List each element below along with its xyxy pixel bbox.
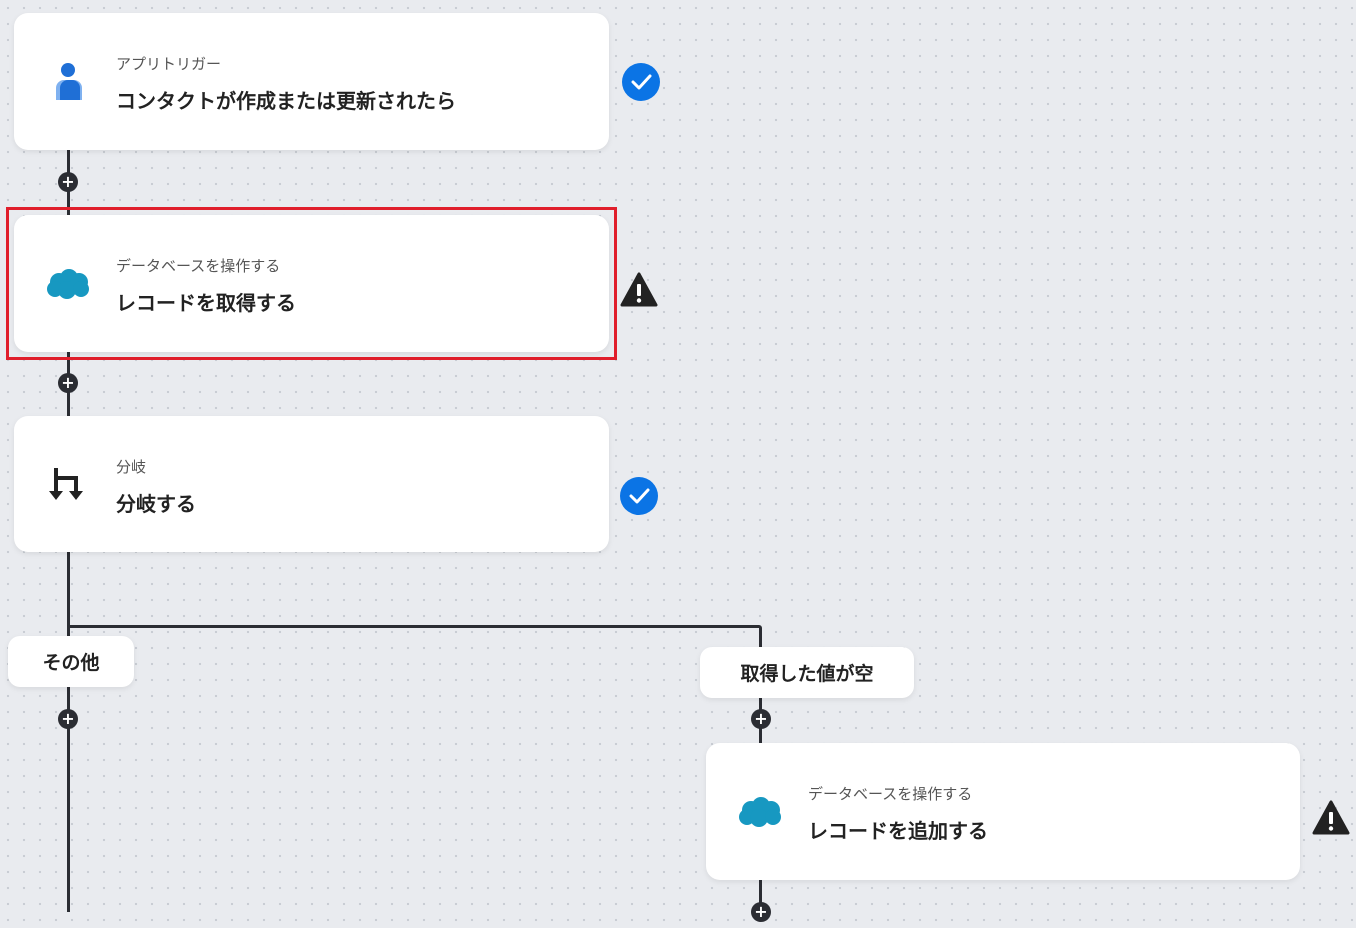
add-step-button[interactable]: + xyxy=(751,902,771,922)
add-step-button[interactable]: + xyxy=(751,709,771,729)
check-icon xyxy=(622,63,660,101)
contact-person-icon xyxy=(44,58,92,106)
card-title: レコードを取得する xyxy=(116,291,296,315)
connector-line xyxy=(67,552,70,912)
card-subtitle: データベースを操作する xyxy=(116,257,281,275)
salesforce-cloud-icon xyxy=(736,788,784,836)
branch-label-other[interactable]: その他 xyxy=(8,636,134,687)
trigger-card[interactable]: アプリトリガー コンタクトが作成または更新されたら xyxy=(14,13,609,150)
branch-label-empty[interactable]: 取得した値が空 xyxy=(700,647,914,698)
branch-horizontal-line xyxy=(67,625,759,628)
check-icon xyxy=(620,477,658,515)
add-step-button[interactable]: + xyxy=(58,172,78,192)
add-step-button[interactable]: + xyxy=(58,709,78,729)
get-record-card[interactable]: データベースを操作する レコードを取得する xyxy=(14,215,609,352)
card-subtitle: 分岐 xyxy=(116,458,147,476)
branch-icon xyxy=(44,460,92,508)
add-step-button[interactable]: + xyxy=(58,373,78,393)
branch-card[interactable]: 分岐 分岐する xyxy=(14,416,609,552)
salesforce-cloud-icon xyxy=(44,260,92,308)
warning-icon xyxy=(1312,800,1350,840)
card-title: レコードを追加する xyxy=(808,819,988,843)
card-subtitle: データベースを操作する xyxy=(808,785,973,803)
card-title: コンタクトが作成または更新されたら xyxy=(116,89,456,113)
add-record-card[interactable]: データベースを操作する レコードを追加する xyxy=(706,743,1300,880)
card-subtitle: アプリトリガー xyxy=(116,55,222,73)
warning-icon xyxy=(620,272,658,312)
card-title: 分岐する xyxy=(116,492,196,516)
